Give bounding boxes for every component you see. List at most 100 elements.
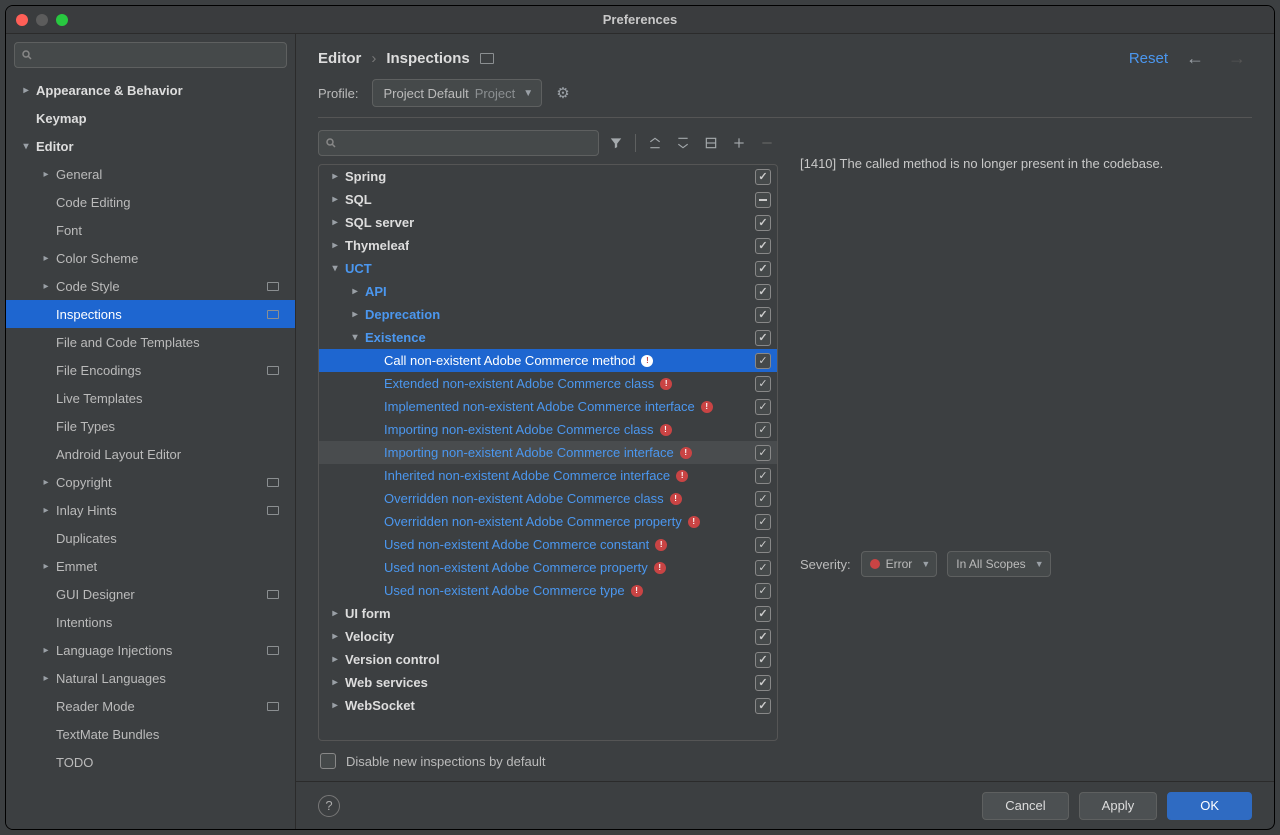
- inspection-checkbox[interactable]: [755, 215, 771, 231]
- inspections-search-input[interactable]: [318, 130, 599, 156]
- sidebar-item[interactable]: Code Editing: [6, 188, 295, 216]
- gear-icon[interactable]: ⚙: [556, 84, 569, 102]
- sidebar-item[interactable]: File Types: [6, 412, 295, 440]
- sidebar-item[interactable]: Font: [6, 216, 295, 244]
- inspection-checkbox[interactable]: [755, 514, 771, 530]
- back-button[interactable]: ←: [1180, 48, 1210, 69]
- inspection-checkbox[interactable]: [755, 284, 771, 300]
- inspection-item[interactable]: Inherited non-existent Adobe Commerce in…: [319, 464, 777, 487]
- cancel-button[interactable]: Cancel: [982, 792, 1068, 820]
- inspection-group[interactable]: ▸SQL: [319, 188, 777, 211]
- sidebar-item[interactable]: Duplicates: [6, 524, 295, 552]
- inspection-item[interactable]: Used non-existent Adobe Commerce type!: [319, 579, 777, 602]
- inspection-checkbox[interactable]: [755, 422, 771, 438]
- inspection-group[interactable]: ▸API: [319, 280, 777, 303]
- apply-button[interactable]: Apply: [1079, 792, 1158, 820]
- sidebar-item[interactable]: ▸General: [6, 160, 295, 188]
- inspection-group[interactable]: ▾UCT: [319, 257, 777, 280]
- help-button[interactable]: ?: [318, 795, 340, 817]
- sidebar-item[interactable]: Android Layout Editor: [6, 440, 295, 468]
- inspection-checkbox[interactable]: [755, 330, 771, 346]
- sidebar-item[interactable]: ▸Inlay Hints: [6, 496, 295, 524]
- inspection-item[interactable]: Used non-existent Adobe Commerce propert…: [319, 556, 777, 579]
- inspection-checkbox[interactable]: [755, 399, 771, 415]
- inspection-checkbox[interactable]: [755, 675, 771, 691]
- inspection-group[interactable]: ▸SQL server: [319, 211, 777, 234]
- inspections-tree[interactable]: ▸Spring▸SQL▸SQL server▸Thymeleaf▾UCT▸API…: [318, 164, 778, 741]
- add-icon[interactable]: [728, 132, 750, 154]
- reset-button[interactable]: Reset: [1129, 50, 1168, 67]
- breadcrumb: Editor›Inspections: [318, 50, 494, 67]
- inspection-item[interactable]: Used non-existent Adobe Commerce constan…: [319, 533, 777, 556]
- error-mark-icon: !: [660, 424, 672, 436]
- sidebar-item[interactable]: ▸Language Injections: [6, 636, 295, 664]
- inspection-checkbox[interactable]: [755, 307, 771, 323]
- sidebar-item[interactable]: ▸Appearance & Behavior: [6, 76, 295, 104]
- expand-all-icon[interactable]: [644, 132, 666, 154]
- remove-icon[interactable]: [756, 132, 778, 154]
- profile-select[interactable]: Project DefaultProject▼: [372, 79, 542, 107]
- inspection-group[interactable]: ▸Velocity: [319, 625, 777, 648]
- inspection-checkbox[interactable]: [755, 238, 771, 254]
- inspection-checkbox[interactable]: [755, 583, 771, 599]
- sidebar-search-input[interactable]: [14, 42, 287, 68]
- disable-new-checkbox[interactable]: [320, 753, 336, 769]
- inspection-checkbox[interactable]: [755, 261, 771, 277]
- inspection-group[interactable]: ▸Deprecation: [319, 303, 777, 326]
- inspection-checkbox[interactable]: [755, 376, 771, 392]
- inspection-checkbox[interactable]: [755, 468, 771, 484]
- inspection-group[interactable]: ▸Web services: [319, 671, 777, 694]
- inspection-group[interactable]: ▸Version control: [319, 648, 777, 671]
- sidebar-item[interactable]: File Encodings: [6, 356, 295, 384]
- sidebar-item[interactable]: File and Code Templates: [6, 328, 295, 356]
- inspection-checkbox[interactable]: [755, 606, 771, 622]
- ok-button[interactable]: OK: [1167, 792, 1252, 820]
- reset-tree-icon[interactable]: [700, 132, 722, 154]
- inspection-checkbox[interactable]: [755, 537, 771, 553]
- inspection-checkbox[interactable]: [755, 560, 771, 576]
- sidebar-item[interactable]: TextMate Bundles: [6, 720, 295, 748]
- inspection-item[interactable]: Implemented non-existent Adobe Commerce …: [319, 395, 777, 418]
- inspection-item[interactable]: Overridden non-existent Adobe Commerce c…: [319, 487, 777, 510]
- inspection-group[interactable]: ▸UI form: [319, 602, 777, 625]
- error-mark-icon: !: [676, 470, 688, 482]
- sidebar-item[interactable]: Live Templates: [6, 384, 295, 412]
- inspection-item[interactable]: Importing non-existent Adobe Commerce in…: [319, 441, 777, 464]
- inspection-checkbox[interactable]: [755, 445, 771, 461]
- sidebar-item[interactable]: ▸Color Scheme: [6, 244, 295, 272]
- severity-select[interactable]: Error▼: [861, 551, 938, 577]
- sidebar-item[interactable]: Intentions: [6, 608, 295, 636]
- inspection-item[interactable]: Importing non-existent Adobe Commerce cl…: [319, 418, 777, 441]
- inspection-checkbox[interactable]: [755, 353, 771, 369]
- inspection-checkbox[interactable]: [755, 169, 771, 185]
- inspection-group[interactable]: ▸Spring: [319, 165, 777, 188]
- error-mark-icon: !: [680, 447, 692, 459]
- sidebar-item[interactable]: ▸Emmet: [6, 552, 295, 580]
- sidebar-item[interactable]: Reader Mode: [6, 692, 295, 720]
- sidebar-item[interactable]: ▸Copyright: [6, 468, 295, 496]
- scope-select[interactable]: In All Scopes▼: [947, 551, 1050, 577]
- inspection-group[interactable]: ▾Existence: [319, 326, 777, 349]
- sidebar-tree[interactable]: ▸Appearance & BehaviorKeymap▾Editor▸Gene…: [6, 76, 295, 829]
- inspection-item[interactable]: Call non-existent Adobe Commerce method!: [319, 349, 777, 372]
- sidebar-item[interactable]: ▸Natural Languages: [6, 664, 295, 692]
- inspection-item[interactable]: Overridden non-existent Adobe Commerce p…: [319, 510, 777, 533]
- sidebar-item[interactable]: GUI Designer: [6, 580, 295, 608]
- collapse-all-icon[interactable]: [672, 132, 694, 154]
- sidebar-item[interactable]: ▾Editor: [6, 132, 295, 160]
- inspection-group[interactable]: ▸WebSocket: [319, 694, 777, 717]
- filter-icon[interactable]: [605, 132, 627, 154]
- disable-new-label: Disable new inspections by default: [346, 754, 545, 769]
- error-mark-icon: !: [660, 378, 672, 390]
- inspection-checkbox[interactable]: [755, 629, 771, 645]
- sidebar-item[interactable]: TODO: [6, 748, 295, 776]
- inspection-checkbox[interactable]: [755, 192, 771, 208]
- inspection-group[interactable]: ▸Thymeleaf: [319, 234, 777, 257]
- sidebar-item[interactable]: Keymap: [6, 104, 295, 132]
- inspection-item[interactable]: Extended non-existent Adobe Commerce cla…: [319, 372, 777, 395]
- sidebar-item[interactable]: ▸Code Style: [6, 272, 295, 300]
- inspection-checkbox[interactable]: [755, 698, 771, 714]
- inspection-checkbox[interactable]: [755, 652, 771, 668]
- inspection-checkbox[interactable]: [755, 491, 771, 507]
- sidebar-item[interactable]: Inspections: [6, 300, 295, 328]
